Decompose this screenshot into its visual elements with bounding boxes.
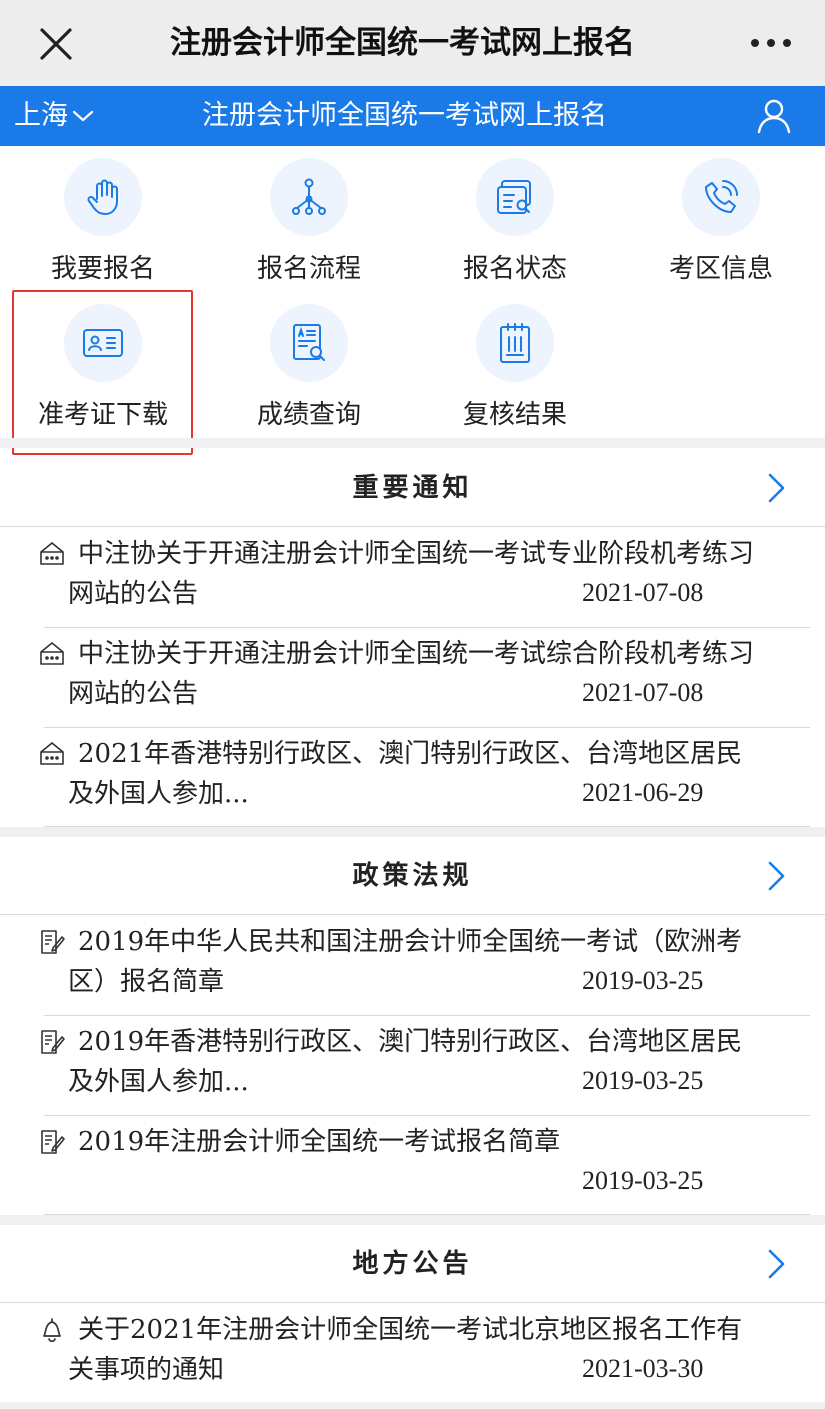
chevron-right-icon[interactable] [762, 472, 790, 504]
section-title: 政策法规 [352, 861, 473, 891]
news-date: 2021-03-30 [582, 1354, 704, 1383]
list-item[interactable]: 中注协关于开通注册会计师全国统一考试专业阶段机考练习网站的公告 2021-07-… [0, 528, 825, 627]
news-date: 2021-07-08 [582, 578, 704, 607]
grid-icon-circle [682, 158, 760, 236]
section-separator [0, 438, 825, 448]
news-title: 2019年注册会计师全国统一考试报名简章 [78, 1127, 561, 1157]
document-edit-icon [41, 1030, 65, 1054]
hand-icon [87, 179, 118, 215]
id-card-icon [83, 329, 123, 357]
page-title: 注册会计师全国统一考试网上报名 [170, 25, 635, 61]
list-item[interactable]: 2021年香港特别行政区、澳门特别行政区、台湾地区居民及外国人参加... 202… [0, 728, 825, 827]
section-header-local[interactable]: 地方公告 [0, 1226, 825, 1302]
flow-icon [292, 178, 326, 215]
grid-label: 复核结果 [462, 400, 567, 430]
grid-item-register[interactable]: 我要报名 [0, 146, 206, 292]
grid-item-process[interactable]: 报名流程 [206, 146, 412, 292]
grid-item-review-result[interactable]: 复核结果 [412, 292, 618, 438]
clipboard-icon [500, 323, 530, 363]
announcement-icon [40, 542, 64, 565]
header-bar: 上海 注册会计师全国统一考试网上报名 [0, 86, 825, 146]
close-icon[interactable] [36, 24, 76, 64]
grid-label: 考区信息 [668, 254, 773, 284]
divider [0, 526, 825, 527]
title-bar: 注册会计师全国统一考试网上报名 [0, 0, 825, 86]
grid-label: 准考证下载 [37, 400, 168, 430]
grid-label: 报名流程 [256, 254, 361, 284]
document-edit-icon [41, 1130, 65, 1154]
grid-item-status[interactable]: 报名状态 [412, 146, 618, 292]
region-selector[interactable]: 上海 [14, 86, 94, 146]
announcement-icon [40, 742, 64, 765]
grid-label: 成绩查询 [256, 400, 361, 430]
grid-item-region-info[interactable]: 考区信息 [618, 146, 824, 292]
grid-item-score-query[interactable]: 成绩查询 [206, 292, 412, 438]
announcement-icon [40, 642, 64, 665]
divider [0, 914, 825, 915]
list-item[interactable]: 2019年注册会计师全国统一考试报名简章 2019-03-25 [0, 1116, 825, 1215]
grid-icon-circle [64, 304, 142, 382]
more-icon[interactable] [750, 38, 792, 48]
section-title: 重要通知 [352, 473, 473, 503]
news-date: 2019-03-25 [582, 966, 704, 995]
grid-icon-circle [270, 158, 348, 236]
news-date: 2021-06-29 [582, 778, 704, 807]
bell-icon [43, 1318, 61, 1343]
list-item[interactable]: 2019年中华人民共和国注册会计师全国统一考试（欧洲考区）报名简章 2019-0… [0, 916, 825, 1015]
section-header-notices[interactable]: 重要通知 [0, 450, 825, 526]
section-separator [0, 1215, 825, 1225]
grid-item-admission-ticket[interactable]: 准考证下载 [0, 292, 206, 438]
section-separator [0, 1402, 825, 1409]
chevron-right-icon[interactable] [762, 1248, 790, 1280]
chevron-right-icon[interactable] [762, 860, 790, 892]
grid-label: 我要报名 [50, 254, 155, 284]
divider [0, 1302, 825, 1303]
grid-icon-circle [476, 158, 554, 236]
grid-icon-circle [64, 158, 142, 236]
news-date: 2019-03-25 [582, 1166, 704, 1195]
score-search-icon [293, 324, 325, 361]
section-header-policies[interactable]: 政策法规 [0, 838, 825, 914]
header-title: 注册会计师全国统一考试网上报名 [202, 100, 607, 131]
document-edit-icon [41, 930, 65, 954]
grid-icon-circle [270, 304, 348, 382]
list-item[interactable]: 中注协关于开通注册会计师全国统一考试综合阶段机考练习网站的公告 2021-07-… [0, 628, 825, 727]
news-date: 2019-03-25 [582, 1066, 704, 1095]
user-icon[interactable] [756, 98, 792, 134]
chevron-down-icon [72, 110, 94, 122]
status-icon [497, 180, 531, 214]
list-item[interactable]: 关于2021年注册会计师全国统一考试北京地区报名工作有关事项的通知 2021-0… [0, 1304, 825, 1403]
list-item[interactable]: 2019年香港特别行政区、澳门特别行政区、台湾地区居民及外国人参加... 201… [0, 1016, 825, 1115]
section-separator [0, 827, 825, 837]
section-title: 地方公告 [352, 1249, 473, 1279]
function-grid: 我要报名 报名流程 报名状态 考区信息 准考证下载 成绩查询 复核结果 [0, 146, 825, 438]
phone-icon [705, 180, 738, 213]
grid-icon-circle [476, 304, 554, 382]
region-label: 上海 [14, 100, 68, 131]
grid-label: 报名状态 [462, 254, 567, 284]
news-date: 2021-07-08 [582, 678, 704, 707]
